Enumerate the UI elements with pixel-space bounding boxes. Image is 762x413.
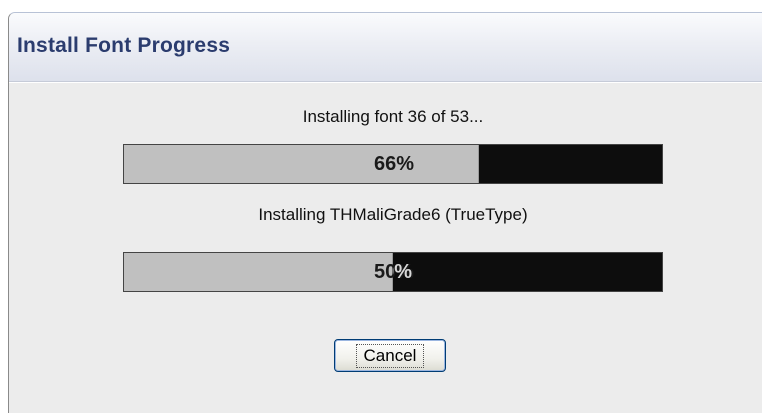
title-bar[interactable]: Install Font Progress — [9, 13, 762, 82]
current-font-progress-label-overlay: 50% — [393, 261, 413, 283]
overall-progress-label-overlay: 66% — [479, 145, 662, 183]
window-title: Install Font Progress — [17, 34, 231, 57]
cancel-button[interactable]: Cancel — [334, 339, 446, 372]
overall-progress-bar: 66% 66% — [123, 144, 663, 184]
current-font-progress-bar: 50% 50% — [123, 252, 663, 292]
dialog-content: Installing font 36 of 53... 66% 66% Inst… — [9, 82, 762, 413]
overall-status-text: Installing font 36 of 53... — [302, 107, 484, 126]
cancel-button-label: Cancel — [355, 343, 425, 368]
install-font-progress-dialog: Install Font Progress Installing font 36… — [8, 12, 762, 413]
current-font-status-text: Installing THMaliGrade6 (TrueType) — [258, 205, 528, 224]
